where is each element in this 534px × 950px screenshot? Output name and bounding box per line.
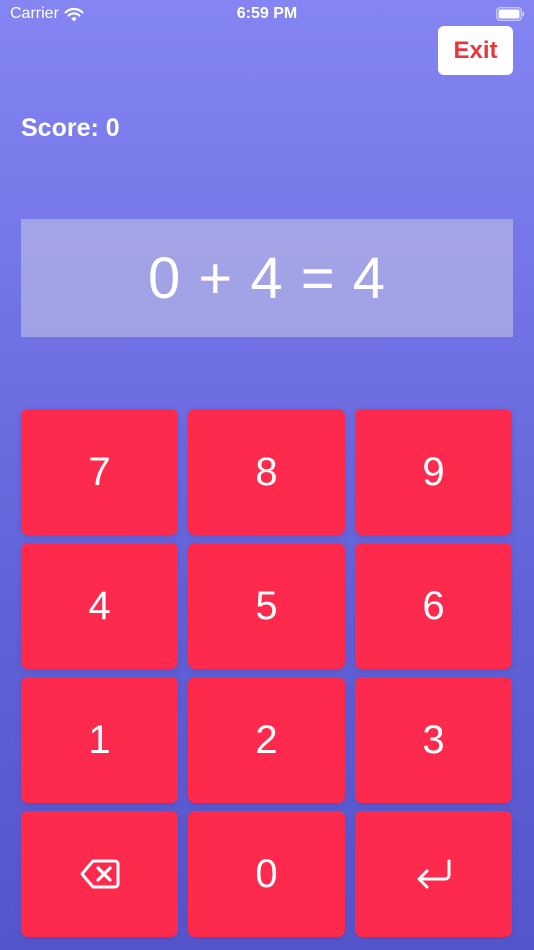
backspace-button[interactable] (21, 811, 178, 937)
status-time: 6:59 PM (236, 5, 298, 22)
status-bar: Carrier 6:59 PM (0, 0, 534, 28)
return-icon (417, 859, 450, 889)
equation-panel: 0 + 4 = 4 (21, 219, 513, 337)
enter-button[interactable] (355, 811, 512, 937)
number-keypad: 7 8 9 4 5 6 1 2 3 0 (21, 409, 513, 937)
key-6[interactable]: 6 (355, 543, 512, 669)
battery-icon (496, 7, 525, 21)
equation-text: 0 + 4 = 4 (148, 245, 386, 311)
key-4[interactable]: 4 (21, 543, 178, 669)
game-screen: Carrier 6:59 PM Exit Score: 0 0 + 4 = 4 … (0, 0, 534, 950)
score-label: Score: 0 (21, 114, 120, 142)
key-8[interactable]: 8 (188, 409, 345, 535)
backspace-icon (80, 859, 119, 889)
key-5[interactable]: 5 (188, 543, 345, 669)
key-7[interactable]: 7 (21, 409, 178, 535)
key-9[interactable]: 9 (355, 409, 512, 535)
key-3[interactable]: 3 (355, 677, 512, 803)
exit-button[interactable]: Exit (438, 26, 513, 75)
key-1[interactable]: 1 (21, 677, 178, 803)
key-2[interactable]: 2 (188, 677, 345, 803)
key-0[interactable]: 0 (188, 811, 345, 937)
